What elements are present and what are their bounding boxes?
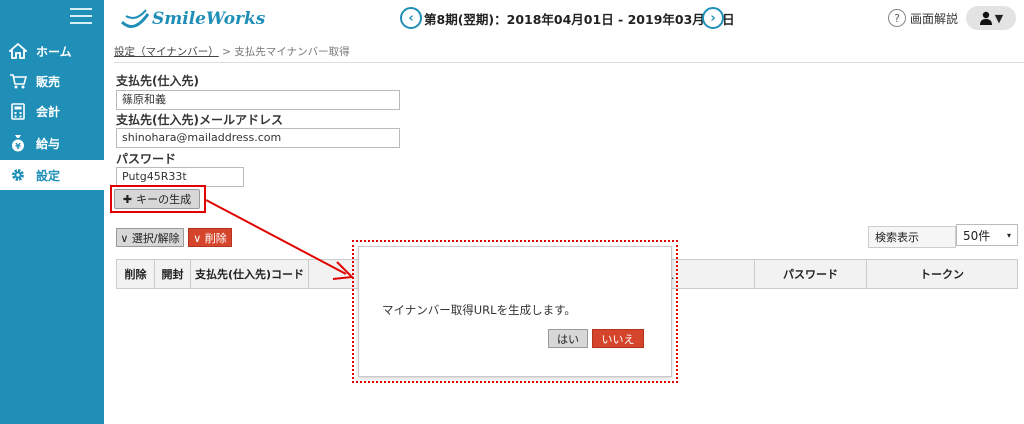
cart-icon bbox=[0, 73, 36, 89]
breadcrumb: 設定（マイナンバー） > 支払先マイナンバー取得 bbox=[114, 44, 350, 58]
col-opened[interactable]: 開封 bbox=[155, 260, 191, 288]
per-page-select[interactable]: 50件 ▾ bbox=[956, 224, 1018, 246]
per-page-value: 50件 bbox=[963, 228, 991, 243]
smile-logo-icon bbox=[120, 9, 150, 28]
hamburger-menu-icon[interactable] bbox=[70, 8, 92, 24]
breadcrumb-parent-link[interactable]: 設定（マイナンバー） bbox=[114, 46, 219, 58]
plus-icon: ✚ bbox=[122, 192, 133, 206]
home-icon bbox=[0, 43, 36, 59]
calculator-icon bbox=[0, 102, 36, 120]
user-icon bbox=[979, 11, 992, 25]
chevron-right-icon: › bbox=[710, 10, 716, 26]
sidebar-item-label: 設定 bbox=[36, 168, 61, 183]
user-menu-button[interactable]: ▼ bbox=[966, 6, 1016, 30]
caret-down-icon: ▾ bbox=[1006, 230, 1011, 240]
chevron-left-icon: ‹ bbox=[408, 10, 414, 26]
next-period-button[interactable]: › bbox=[702, 7, 724, 29]
sidebar-item-accounting[interactable]: 会計 bbox=[0, 96, 104, 126]
breadcrumb-current: 支払先マイナンバー取得 bbox=[234, 46, 350, 58]
generate-key-label: キーの生成 bbox=[136, 193, 192, 206]
payee-label: 支払先(仕入先) bbox=[116, 74, 199, 88]
generate-key-button[interactable]: ✚ キーの生成 bbox=[114, 189, 200, 209]
dialog-message: マイナンバー取得URLを生成します。 bbox=[382, 303, 576, 317]
help-icon[interactable]: ? bbox=[888, 9, 906, 27]
col-token[interactable]: トークン bbox=[867, 260, 1017, 288]
sidebar-item-sales[interactable]: 販売 bbox=[0, 66, 104, 96]
sidebar-item-label: 販売 bbox=[36, 74, 61, 89]
col-delete[interactable]: 削除 bbox=[117, 260, 155, 288]
sidebar-item-home[interactable]: ホーム bbox=[0, 36, 104, 66]
gear-icon bbox=[0, 167, 36, 183]
payee-field[interactable]: 篠原和義 bbox=[116, 90, 400, 110]
svg-text:¥: ¥ bbox=[15, 142, 21, 151]
dialog-no-button[interactable]: いいえ bbox=[592, 329, 644, 348]
app-logo[interactable]: SmileWorks bbox=[120, 6, 280, 32]
password-field[interactable]: Putg45R33t bbox=[116, 167, 244, 187]
logo-text: SmileWorks bbox=[152, 9, 266, 29]
sidebar-item-label: 給与 bbox=[36, 136, 61, 151]
select-toggle-button[interactable]: ∨ 選択/解除 bbox=[116, 228, 184, 247]
search-display-label: 検索表示 bbox=[868, 226, 956, 248]
dialog-yes-button[interactable]: はい bbox=[548, 329, 588, 348]
help-label[interactable]: 画面解説 bbox=[910, 10, 962, 26]
sidebar-item-label: ホーム bbox=[36, 44, 72, 59]
caret-down-icon: ▼ bbox=[994, 11, 1004, 25]
money-bag-icon: ¥ bbox=[0, 134, 36, 152]
sidebar-item-payroll[interactable]: ¥ 給与 bbox=[0, 128, 104, 158]
delete-button[interactable]: ∨ 削除 bbox=[188, 228, 232, 247]
divider bbox=[114, 62, 1024, 63]
fiscal-period: 第8期(翌期)：2018年04月01日 - 2019年03月31日 bbox=[424, 12, 735, 27]
col-password[interactable]: パスワード bbox=[755, 260, 867, 288]
email-label: 支払先(仕入先)メールアドレス bbox=[116, 113, 283, 127]
prev-period-button[interactable]: ‹ bbox=[400, 7, 422, 29]
sidebar-item-settings[interactable]: 設定 bbox=[0, 160, 104, 190]
password-label: パスワード bbox=[116, 152, 177, 166]
breadcrumb-separator: > bbox=[222, 46, 231, 58]
email-field[interactable]: shinohara@mailaddress.com bbox=[116, 128, 400, 148]
col-payee-code[interactable]: 支払先(仕入先)コード bbox=[191, 260, 309, 288]
sidebar-item-label: 会計 bbox=[36, 104, 61, 119]
